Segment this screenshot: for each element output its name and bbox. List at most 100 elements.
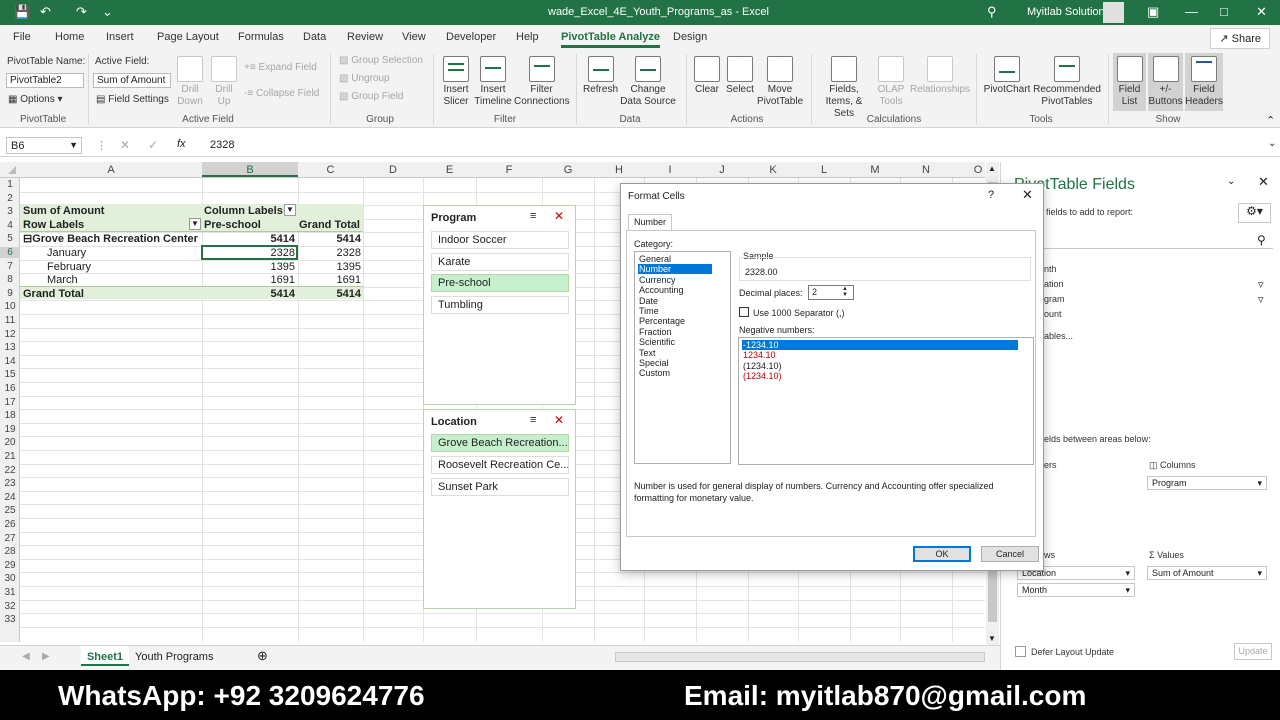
- pivot-cell[interactable]: 5414: [298, 233, 361, 246]
- row-header[interactable]: 18: [0, 410, 20, 421]
- row-header[interactable]: 29: [0, 560, 20, 571]
- refresh-button[interactable]: Refresh: [583, 56, 618, 96]
- row-header[interactable]: 7: [0, 261, 20, 272]
- location-slicer[interactable]: Location ≡ ✕ Grove Beach Recreation... R…: [423, 409, 576, 609]
- row-header[interactable]: 15: [0, 369, 20, 380]
- field-item[interactable]: ount: [1044, 309, 1062, 319]
- row-header[interactable]: 21: [0, 451, 20, 462]
- collapse-field-button[interactable]: -≡ Collapse Field: [244, 88, 319, 100]
- category-item[interactable]: Special: [638, 358, 712, 368]
- row-header[interactable]: 17: [0, 397, 20, 408]
- category-item[interactable]: Text: [638, 348, 712, 358]
- sheet-tab[interactable]: Youth Programs: [135, 651, 213, 663]
- recommended-pivottables-button[interactable]: Recommended PivotTables: [1033, 56, 1101, 108]
- column-header[interactable]: G: [542, 164, 594, 176]
- collapse-icon[interactable]: ⊟: [23, 233, 32, 245]
- enter-icon[interactable]: ✓: [148, 138, 158, 152]
- values-field[interactable]: Sum of Amount ▾: [1147, 566, 1267, 580]
- row-header[interactable]: 31: [0, 587, 20, 598]
- row-header[interactable]: 14: [0, 356, 20, 367]
- row-header[interactable]: 20: [0, 437, 20, 448]
- tab-formulas[interactable]: Formulas: [238, 31, 284, 43]
- move-pivottable-button[interactable]: Move PivotTable: [757, 56, 803, 108]
- next-sheet-icon[interactable]: ▶: [42, 651, 50, 662]
- column-header[interactable]: K: [748, 164, 798, 176]
- pivot-row-labels[interactable]: Row Labels: [23, 219, 84, 232]
- pivot-cell[interactable]: 1691: [202, 274, 295, 287]
- field-item[interactable]: gram: [1044, 294, 1065, 304]
- row-header[interactable]: 1: [0, 179, 20, 190]
- avatar[interactable]: [1103, 2, 1124, 23]
- pivot-month-label[interactable]: February: [47, 261, 91, 274]
- pane-options-icon[interactable]: ⌄: [1227, 176, 1235, 187]
- column-header[interactable]: C: [298, 164, 363, 176]
- row-header[interactable]: 2: [0, 193, 20, 204]
- slicer-item[interactable]: Indoor Soccer: [431, 231, 569, 249]
- scroll-down-icon[interactable]: ▼: [988, 634, 996, 643]
- scroll-up-icon[interactable]: ▲: [988, 164, 996, 173]
- row-header[interactable]: 19: [0, 424, 20, 435]
- row-header[interactable]: 13: [0, 342, 20, 353]
- column-header[interactable]: N: [900, 164, 952, 176]
- pivot-cell[interactable]: 5414: [298, 288, 361, 301]
- column-header[interactable]: L: [798, 164, 850, 176]
- row-header[interactable]: 3: [0, 206, 20, 217]
- row-header[interactable]: 11: [0, 315, 20, 326]
- filter-dropdown-icon[interactable]: ▼: [284, 204, 296, 216]
- category-item[interactable]: Custom: [638, 368, 712, 378]
- more-tables-link[interactable]: ables...: [1044, 331, 1073, 341]
- negative-format-item[interactable]: 1234.10: [742, 350, 1018, 360]
- row-header[interactable]: 22: [0, 465, 20, 476]
- row-header[interactable]: 26: [0, 519, 20, 530]
- tab-page-layout[interactable]: Page Layout: [157, 31, 219, 43]
- tab-developer[interactable]: Developer: [446, 31, 496, 43]
- rows-field[interactable]: Month ▾: [1017, 583, 1135, 597]
- expand-formula-icon[interactable]: ⌄: [1268, 138, 1276, 149]
- pivot-month-label[interactable]: March: [47, 274, 78, 287]
- pivottable-name-input[interactable]: PivotTable2: [6, 73, 84, 88]
- filter-connections-button[interactable]: Filter Connections: [514, 56, 570, 108]
- ungroup-button[interactable]: ▧ Ungroup: [339, 73, 390, 85]
- row-header[interactable]: 4: [0, 220, 20, 231]
- category-item[interactable]: Currency: [638, 275, 712, 285]
- clear-button[interactable]: Clear: [692, 56, 722, 96]
- select-button[interactable]: Select: [725, 56, 755, 96]
- column-header[interactable]: B: [202, 162, 298, 177]
- row-header[interactable]: 16: [0, 383, 20, 394]
- column-header[interactable]: M: [850, 164, 900, 176]
- pivot-cell[interactable]: 1395: [202, 261, 295, 274]
- pivot-value-label[interactable]: Sum of Amount: [23, 205, 104, 218]
- category-list[interactable]: General Number Currency Accounting Date Time P…: [634, 251, 731, 464]
- column-header[interactable]: E: [423, 164, 476, 176]
- relationships-button[interactable]: Relationships: [910, 56, 970, 96]
- multi-select-icon[interactable]: ≡: [530, 414, 536, 426]
- pivot-location-row[interactable]: ⊟Grove Beach Recreation Center: [23, 233, 198, 246]
- tab-view[interactable]: View: [402, 31, 426, 43]
- row-header[interactable]: 8: [0, 274, 20, 285]
- row-header[interactable]: 28: [0, 546, 20, 557]
- category-item[interactable]: Scientific: [638, 337, 712, 347]
- tab-insert[interactable]: Insert: [106, 31, 134, 43]
- pivot-column-labels[interactable]: Column Labels: [204, 205, 283, 218]
- pivot-cell[interactable]: 1691: [298, 274, 361, 287]
- program-slicer[interactable]: Program ≡ ✕ Indoor Soccer Karate Pre-sch…: [423, 205, 576, 405]
- row-header[interactable]: 25: [0, 505, 20, 516]
- close-icon[interactable]: ✕: [1022, 187, 1033, 203]
- category-item[interactable]: Accounting: [638, 285, 712, 295]
- tab-number[interactable]: Number: [628, 214, 672, 230]
- fields-items-sets-button[interactable]: Fields, Items, & Sets: [816, 56, 872, 120]
- gear-icon[interactable]: ⚙▾: [1238, 203, 1271, 223]
- multi-select-icon[interactable]: ≡: [530, 210, 536, 222]
- row-header[interactable]: 10: [0, 301, 20, 312]
- tab-help[interactable]: Help: [516, 31, 539, 43]
- field-item[interactable]: nth: [1044, 264, 1057, 274]
- insert-timeline-button[interactable]: Insert Timeline: [474, 56, 512, 108]
- row-header[interactable]: 5: [0, 233, 20, 244]
- redo-icon[interactable]: ↷: [76, 4, 87, 20]
- collapse-ribbon-icon[interactable]: ⌃: [1266, 114, 1275, 127]
- pivot-column-header[interactable]: Pre-school: [204, 219, 261, 232]
- cancel-button[interactable]: Cancel: [981, 546, 1039, 562]
- row-header[interactable]: 30: [0, 573, 20, 584]
- tab-review[interactable]: Review: [347, 31, 383, 43]
- slicer-item[interactable]: Karate: [431, 253, 569, 271]
